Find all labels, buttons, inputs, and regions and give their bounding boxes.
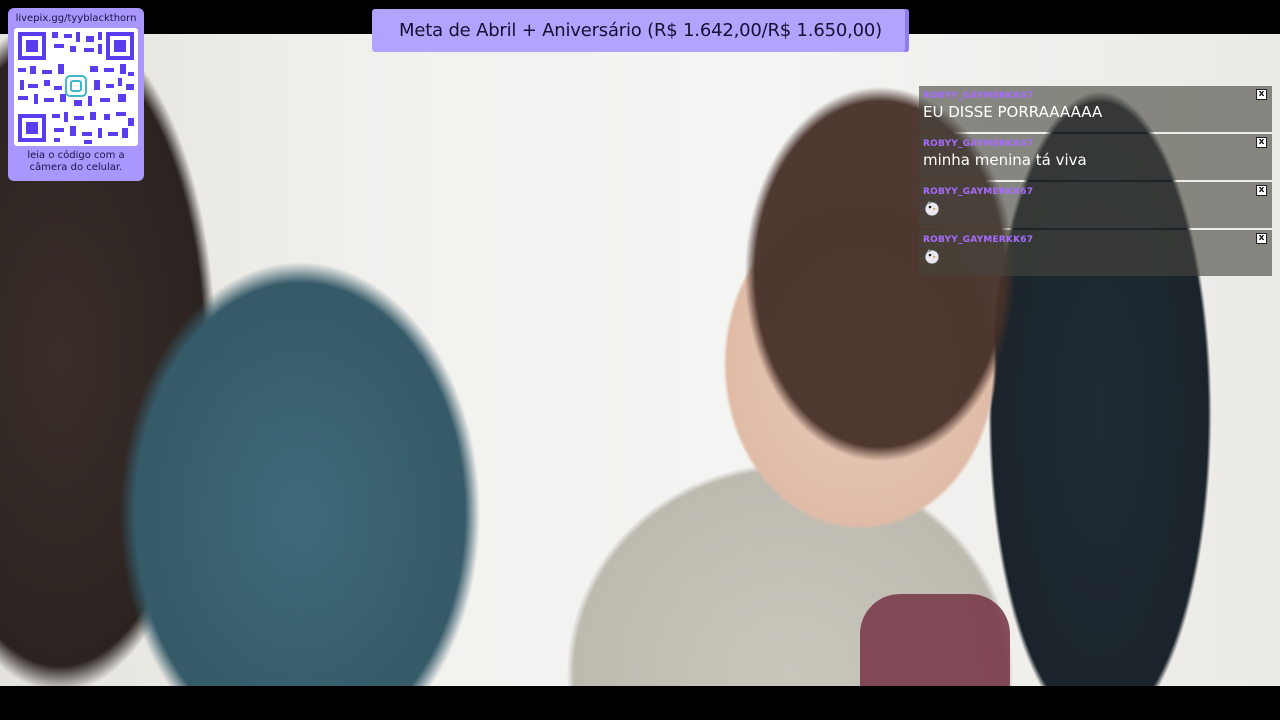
chat-overlay: ROBYY_GAYMERKK67 EU DISSE PORRAAAAAA x R… xyxy=(919,86,1272,278)
qr-code-icon xyxy=(18,32,134,144)
chat-close-icon[interactable]: x xyxy=(1256,185,1267,196)
qr-hint-text: leia o código com a câmera do celular. xyxy=(27,150,125,173)
livepix-qr-panel: livepix.gg/tyyblackthorn leia o código c… xyxy=(8,8,144,181)
bird-emote-icon xyxy=(924,201,940,217)
chat-username[interactable]: ROBYY_GAYMERKK67 xyxy=(923,139,1268,149)
letterbox-bottom xyxy=(0,686,1280,720)
chat-close-icon[interactable]: x xyxy=(1256,137,1267,148)
chat-message: ROBYY_GAYMERKK67 x xyxy=(919,182,1272,228)
chat-message-text: EU DISSE PORRAAAAAA xyxy=(923,103,1103,121)
chat-close-icon[interactable]: x xyxy=(1256,89,1267,100)
chat-close-icon[interactable]: x xyxy=(1256,233,1267,244)
chat-username[interactable]: ROBYY_GAYMERKK67 xyxy=(923,235,1268,245)
chat-message: ROBYY_GAYMERKK67 minha menina tá viva x xyxy=(919,134,1272,180)
qr-code[interactable] xyxy=(14,28,138,146)
chat-message: ROBYY_GAYMERKK67 x xyxy=(919,230,1272,276)
livepix-url: livepix.gg/tyyblackthorn xyxy=(15,13,137,24)
goal-text: Meta de Abril + Aniversário (R$ 1.642,00… xyxy=(399,20,882,41)
chat-username[interactable]: ROBYY_GAYMERKK67 xyxy=(923,187,1268,197)
chat-message: ROBYY_GAYMERKK67 EU DISSE PORRAAAAAA x xyxy=(919,86,1272,132)
video-shirt-detail xyxy=(860,594,1010,686)
donation-goal-bar: Meta de Abril + Aniversário (R$ 1.642,00… xyxy=(372,9,909,52)
bird-emote-icon xyxy=(924,249,940,265)
chat-username[interactable]: ROBYY_GAYMERKK67 xyxy=(923,91,1268,101)
chat-message-text: minha menina tá viva xyxy=(923,151,1087,169)
